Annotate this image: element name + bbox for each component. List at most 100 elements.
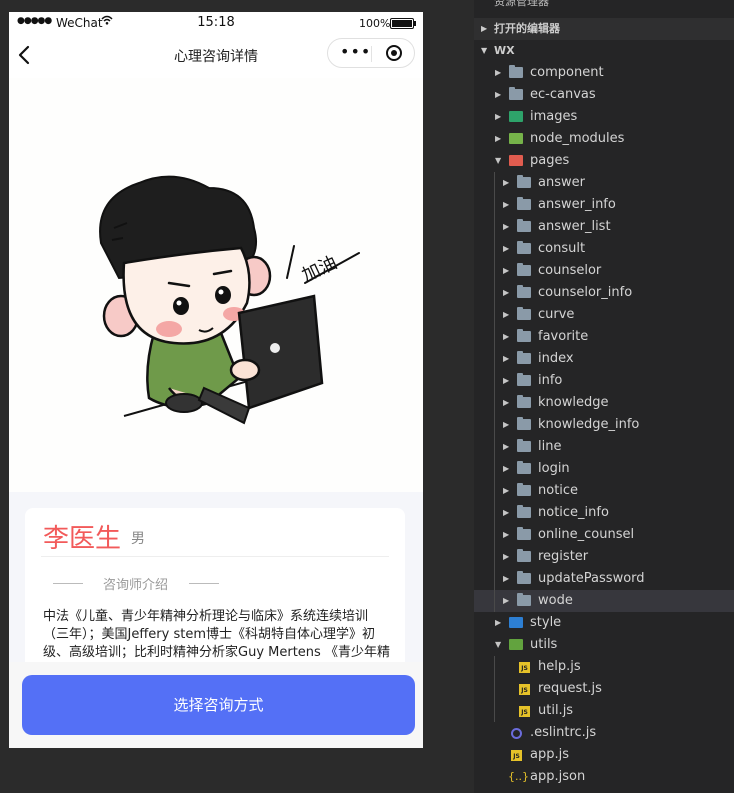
folder-icon <box>517 549 531 562</box>
tree-item-label: line <box>538 439 562 454</box>
chevron-right-icon: ▶ <box>503 376 510 385</box>
folder-icon <box>517 373 531 386</box>
chevron-right-icon: ▶ <box>503 596 510 605</box>
tree-folder[interactable]: ▶ answer_list <box>474 216 734 238</box>
section-line-right <box>189 583 219 584</box>
tree-folder[interactable]: ▶ line <box>474 436 734 458</box>
folder-icon <box>517 351 531 364</box>
folder-icon <box>517 593 531 606</box>
folder-icon <box>517 285 531 298</box>
tree-folder[interactable]: ▶ wode <box>474 590 734 612</box>
tree-item-label: util.js <box>538 703 574 718</box>
folder-icon <box>509 155 523 166</box>
choose-consult-method-button[interactable]: 选择咨询方式 <box>22 675 415 735</box>
section-line-left <box>53 583 83 584</box>
folder-icon <box>517 571 531 584</box>
javascript-file-icon: JS <box>511 750 522 761</box>
battery-percent: 100% <box>359 17 391 30</box>
chevron-right-icon: ▶ <box>503 420 510 429</box>
tree-folder[interactable]: ▶ answer <box>474 172 734 194</box>
tree-file[interactable]: .eslintrc.js <box>474 722 734 744</box>
chevron-right-icon: ▶ <box>495 112 502 121</box>
tree-folder[interactable]: ▶ favorite <box>474 326 734 348</box>
tree-folder[interactable]: ▶ style <box>474 612 734 634</box>
tree-item-label: component <box>530 65 604 80</box>
folder-icon <box>509 87 523 100</box>
tree-folder[interactable]: ▶ curve <box>474 304 734 326</box>
tree-folder[interactable]: ▼ pages <box>474 150 734 172</box>
tree-folder[interactable]: ▶ online_counsel <box>474 524 734 546</box>
tree-file[interactable]: JS help.js <box>474 656 734 678</box>
tree-file[interactable]: JS util.js <box>474 700 734 722</box>
folder-icon <box>517 439 531 452</box>
tree-file[interactable]: JS app.js <box>474 744 734 766</box>
javascript-file-icon: JS <box>519 684 530 695</box>
tree-item-label: answer <box>538 175 585 190</box>
tree-item-label: knowledge <box>538 395 609 410</box>
chevron-right-icon: ▶ <box>503 332 510 341</box>
card-divider <box>41 556 389 557</box>
chevron-right-icon: ▶ <box>503 222 510 231</box>
tree-folder[interactable]: ▶ consult <box>474 238 734 260</box>
chevron-right-icon: ▶ <box>503 530 510 539</box>
tree-item-label: answer_list <box>538 219 611 234</box>
workspace-root[interactable]: ▼ WX <box>474 40 734 62</box>
tree-folder[interactable]: ▶ component <box>474 62 734 84</box>
chevron-down-icon: ▼ <box>495 640 502 649</box>
tree-folder[interactable]: ▶ ec-canvas <box>474 84 734 106</box>
tree-item-label: request.js <box>538 681 602 696</box>
tree-folder[interactable]: ▶ updatePassword <box>474 568 734 590</box>
tree-folder[interactable]: ▶ answer_info <box>474 194 734 216</box>
tree-item-label: pages <box>530 153 570 168</box>
folder-icon <box>517 461 531 474</box>
folder-icon <box>509 617 523 628</box>
tree-folder[interactable]: ▶ node_modules <box>474 128 734 150</box>
open-editors-section[interactable]: ▶ 打开的编辑器 <box>474 18 734 40</box>
capsule-divider <box>371 46 372 62</box>
workspace-root-label: WX <box>494 44 515 57</box>
indent-guide <box>494 656 495 722</box>
folder-icon <box>517 417 531 430</box>
tree-folder[interactable]: ▶ info <box>474 370 734 392</box>
chevron-right-icon: ▶ <box>503 508 510 517</box>
explorer-more-icon[interactable]: ··· <box>706 0 718 6</box>
javascript-file-icon: JS <box>519 706 530 717</box>
tree-folder[interactable]: ▶ index <box>474 348 734 370</box>
tree-file[interactable]: JS request.js <box>474 678 734 700</box>
tree-file[interactable]: {..} app.json <box>474 766 734 788</box>
more-icon[interactable]: ••• <box>340 42 371 61</box>
chevron-right-icon: ▶ <box>503 200 510 209</box>
tree-folder[interactable]: ▶ images <box>474 106 734 128</box>
tree-item-label: consult <box>538 241 586 256</box>
indent-guide <box>494 172 495 612</box>
tree-folder[interactable]: ▶ knowledge_info <box>474 414 734 436</box>
chevron-right-icon: ▶ <box>503 464 510 473</box>
tree-folder[interactable]: ▶ login <box>474 458 734 480</box>
tree-item-label: app.js <box>530 747 569 762</box>
chevron-right-icon: ▶ <box>503 442 510 451</box>
tree-folder[interactable]: ▶ counselor_info <box>474 282 734 304</box>
chevron-right-icon: ▶ <box>503 574 510 583</box>
close-mini-program-icon[interactable] <box>386 45 402 61</box>
tree-folder[interactable]: ▶ knowledge <box>474 392 734 414</box>
tree-folder[interactable]: ▶ register <box>474 546 734 568</box>
tree-item-label: updatePassword <box>538 571 645 586</box>
phone-screen: ●●●●● WeChat 15:18 100% 心理咨询详情 ••• 加油 李医… <box>9 12 423 748</box>
tree-folder[interactable]: ▶ notice_info <box>474 502 734 524</box>
chevron-right-icon: ▶ <box>503 398 510 407</box>
tree-item-label: app.json <box>530 769 586 784</box>
tree-folder[interactable]: ▼ utils <box>474 634 734 656</box>
tree-folder[interactable]: ▶ notice <box>474 480 734 502</box>
battery-icon <box>390 18 416 29</box>
chevron-right-icon: ▶ <box>495 618 502 627</box>
tree-folder[interactable]: ▶ counselor <box>474 260 734 282</box>
tree-item-label: login <box>538 461 570 476</box>
folder-icon <box>517 175 531 188</box>
tree-item-label: counselor <box>538 263 602 278</box>
tree-item-label: notice_info <box>538 505 609 520</box>
folder-icon <box>517 263 531 276</box>
tree-item-label: index <box>538 351 574 366</box>
tree-item-label: knowledge_info <box>538 417 640 432</box>
tree-item-label: info <box>538 373 563 388</box>
counselor-name: 李医生 <box>43 524 122 554</box>
